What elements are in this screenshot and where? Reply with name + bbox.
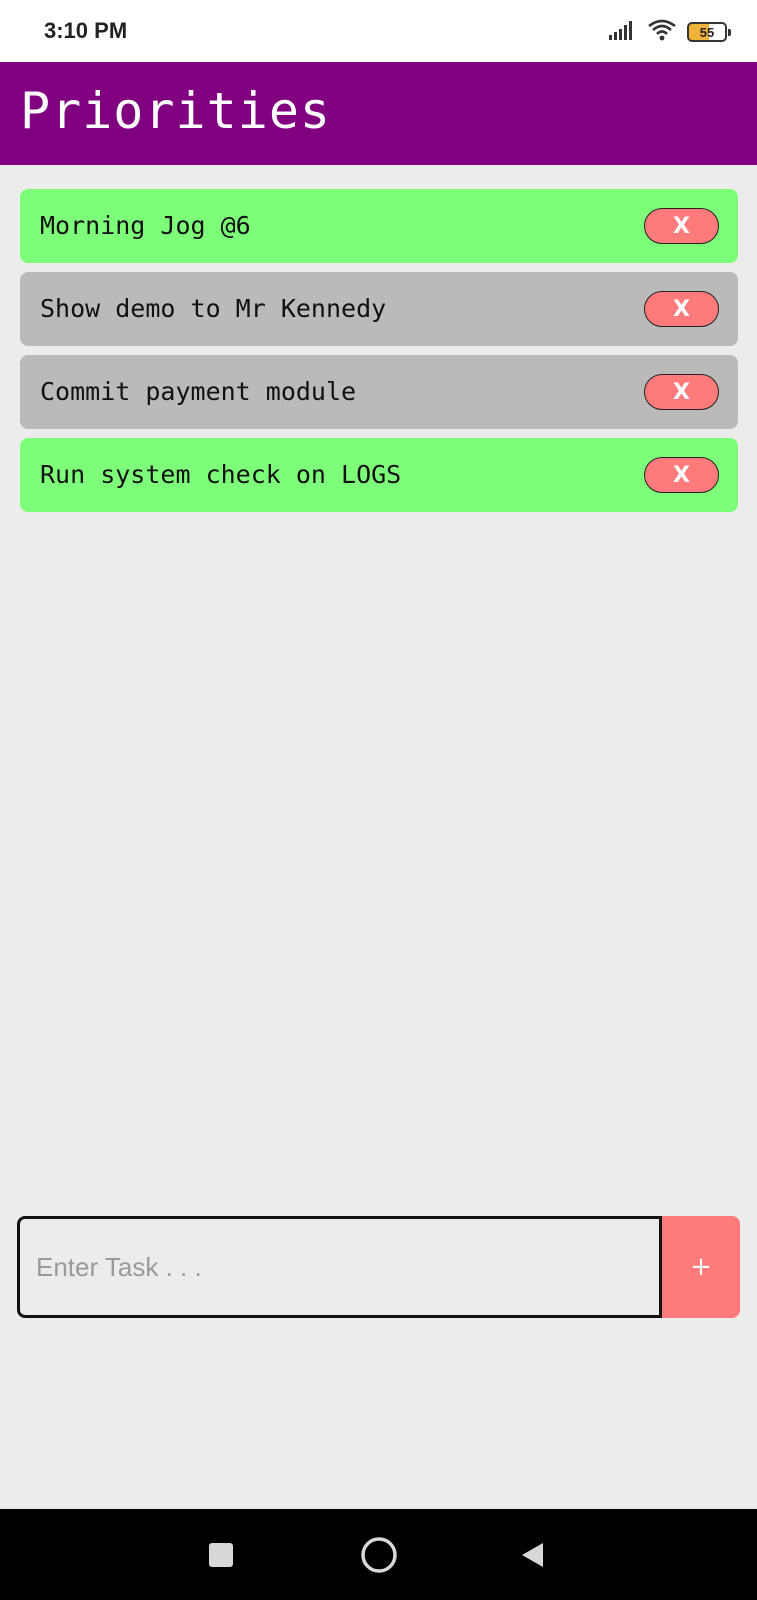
battery-level: 55 (699, 24, 715, 40)
app-header: Priorities (0, 62, 757, 165)
delete-task-button[interactable]: X (644, 457, 719, 493)
delete-task-button[interactable]: X (644, 208, 719, 244)
status-time: 3:10 PM (44, 18, 128, 43)
status-bar: 3:10 PM 55 (0, 0, 757, 62)
task-item[interactable]: Run system check on LOGS X (20, 438, 738, 512)
navigation-bar (0, 1509, 757, 1600)
task-input[interactable] (17, 1216, 662, 1318)
delete-task-button[interactable]: X (644, 374, 719, 410)
add-task-button[interactable]: + (662, 1216, 740, 1318)
task-item[interactable]: Morning Jog @6 X (20, 189, 738, 263)
status-icons: 55 (609, 18, 731, 46)
battery-icon: 55 (687, 22, 731, 42)
back-triangle-icon[interactable] (487, 1509, 577, 1600)
home-circle-icon[interactable] (334, 1509, 424, 1600)
page-title: Priorities (20, 82, 332, 140)
task-text: Commit payment module (40, 377, 357, 406)
task-list: Morning Jog @6 X Show demo to Mr Kennedy… (20, 189, 738, 521)
task-text: Morning Jog @6 (40, 211, 251, 240)
signal-icon (609, 20, 637, 44)
recents-square-icon[interactable] (176, 1509, 266, 1600)
wifi-icon (647, 18, 677, 46)
task-text: Run system check on LOGS (40, 460, 402, 489)
task-text: Show demo to Mr Kennedy (40, 294, 387, 323)
task-item[interactable]: Commit payment module X (20, 355, 738, 429)
task-item[interactable]: Show demo to Mr Kennedy X (20, 272, 738, 346)
add-task-row: + (17, 1216, 740, 1318)
delete-task-button[interactable]: X (644, 291, 719, 327)
